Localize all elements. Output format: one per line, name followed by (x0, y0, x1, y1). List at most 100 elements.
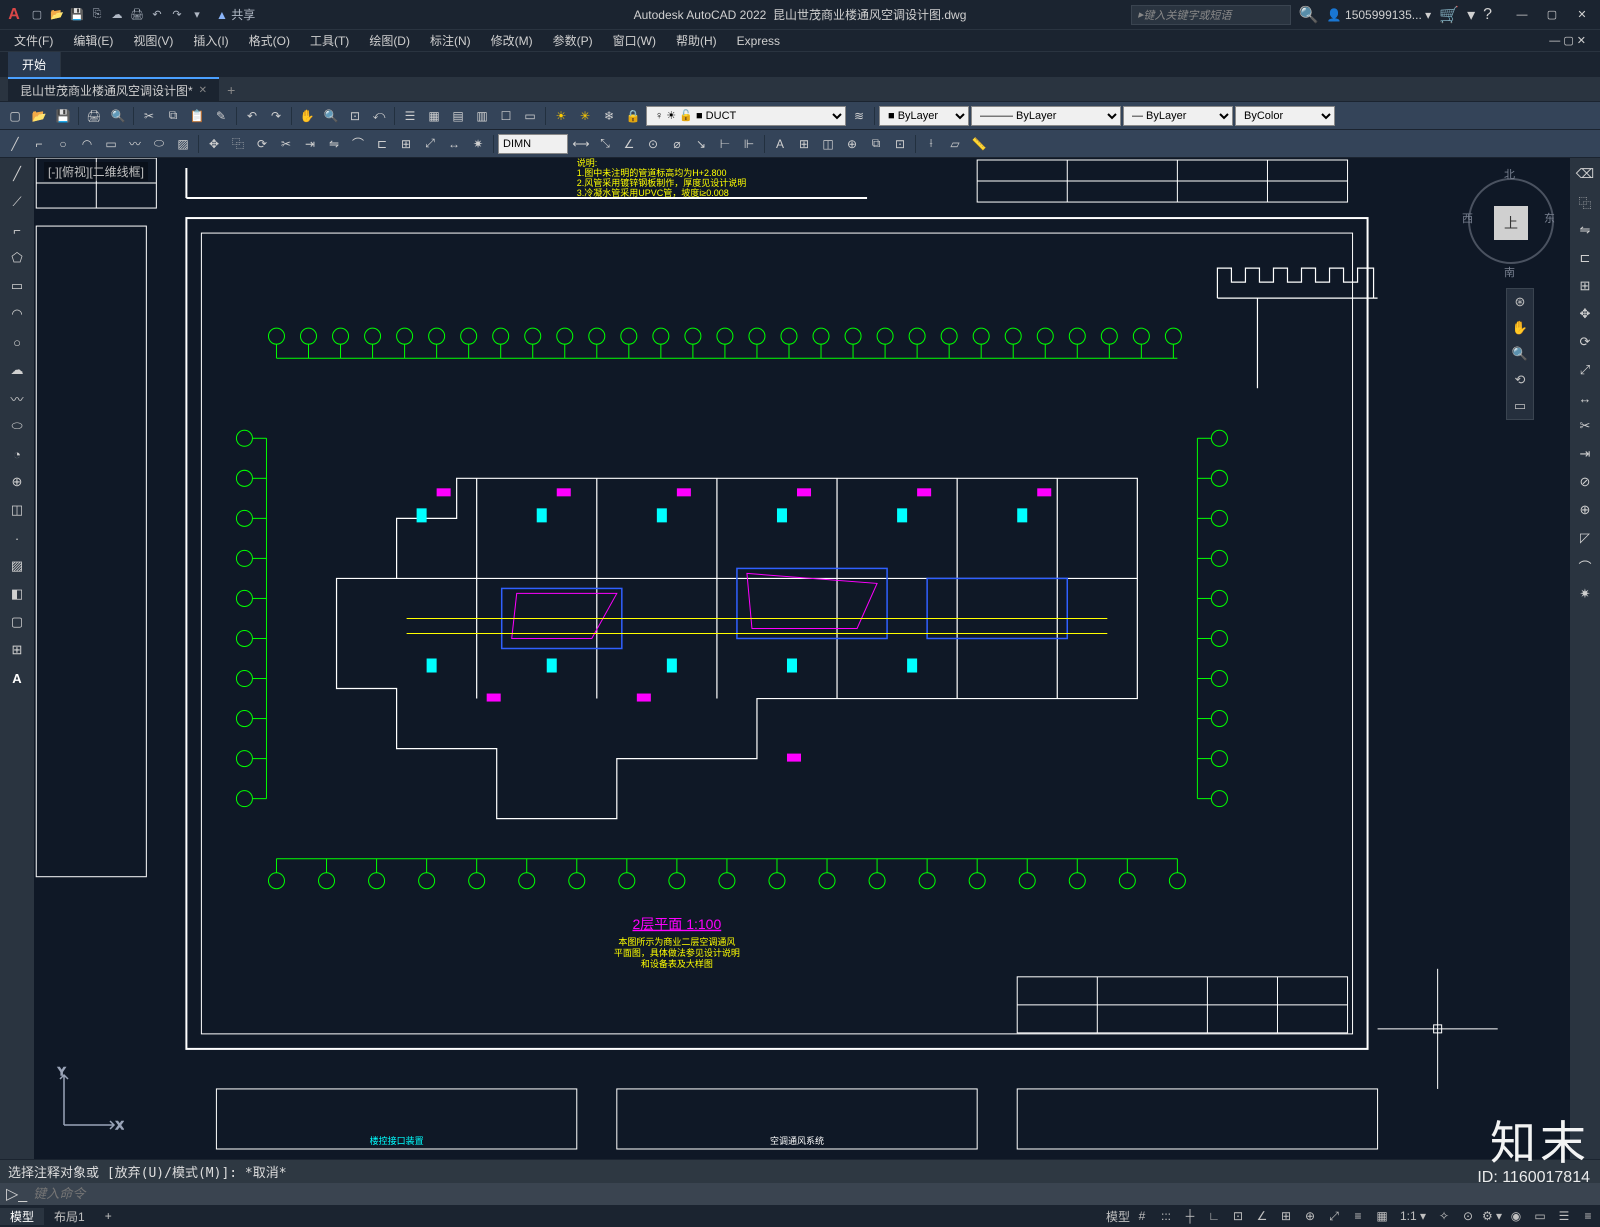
tb-array-icon[interactable]: ⊞ (395, 133, 417, 155)
tp-table-icon[interactable]: ⊞ (4, 638, 30, 662)
qat-plot-icon[interactable]: 🖨 (128, 6, 146, 24)
sb-customize-icon[interactable]: ≡ (1576, 1206, 1600, 1226)
rp-trim-icon[interactable]: ✂ (1572, 414, 1598, 438)
tb-stretch-icon[interactable]: ↔ (443, 133, 465, 155)
menu-file[interactable]: 文件(F) (4, 30, 63, 51)
doc-minimize-button[interactable]: — ▢ ✕ (1539, 32, 1596, 49)
tb-layer-icon[interactable]: ☀ (550, 105, 572, 127)
menu-tools[interactable]: 工具(T) (300, 30, 359, 51)
viewport-label[interactable]: [-][俯视][二维线框] (44, 162, 148, 181)
tb-rect-icon[interactable]: ▭ (100, 133, 122, 155)
viewcube-south[interactable]: 南 (1504, 264, 1515, 280)
tb-markup-icon[interactable]: ☐ (495, 105, 517, 127)
sb-grid-icon[interactable]: # (1130, 1206, 1154, 1226)
tb-undo-icon[interactable]: ↶ (241, 105, 263, 127)
tb-cut-icon[interactable]: ✂ (138, 105, 160, 127)
view-cube[interactable]: 北 南 西 东 上 (1466, 166, 1556, 276)
sb-units-icon[interactable]: ▭ (1528, 1206, 1552, 1226)
tb-table-icon[interactable]: ⊞ (793, 133, 815, 155)
menu-draw[interactable]: 绘图(D) (359, 30, 420, 51)
tb-pan-icon[interactable]: ✋ (296, 105, 318, 127)
tb-explode-icon[interactable]: ✷ (467, 133, 489, 155)
maximize-button[interactable]: ▢ (1538, 5, 1566, 25)
nav-showmotion-icon[interactable]: ▭ (1507, 393, 1533, 419)
tb-save-icon[interactable]: 💾 (52, 105, 74, 127)
rp-copy-icon[interactable]: ⿻ (1572, 190, 1598, 214)
tp-ellipse-icon[interactable]: ⬭ (4, 414, 30, 438)
tab-layout1[interactable]: 布局1 (44, 1208, 95, 1225)
tp-polygon-icon[interactable]: ⬠ (4, 246, 30, 270)
tb-open-icon[interactable]: 📂 (28, 105, 50, 127)
tb-copy2-icon[interactable]: ⿻ (227, 133, 249, 155)
tb-laylock-icon[interactable]: 🔒 (622, 105, 644, 127)
menu-view[interactable]: 视图(V) (123, 30, 183, 51)
sb-monitor-icon[interactable]: ◉ (1504, 1206, 1528, 1226)
tb-spline-icon[interactable]: 〰 (124, 133, 146, 155)
tb-paste-icon[interactable]: 📋 (186, 105, 208, 127)
tb-dist-icon[interactable]: ⟊ (920, 133, 942, 155)
qat-web-icon[interactable]: ☁ (108, 6, 126, 24)
tb-zoom-icon[interactable]: 🔍 (320, 105, 342, 127)
rp-rotate-icon[interactable]: ⟳ (1572, 330, 1598, 354)
tb-sheet-icon[interactable]: ▥ (471, 105, 493, 127)
sb-transparency-icon[interactable]: ▦ (1370, 1206, 1394, 1226)
tp-point-icon[interactable]: · (4, 526, 30, 550)
rp-chamfer-icon[interactable]: ◸ (1572, 526, 1598, 550)
sb-otrack-icon[interactable]: ⤢ (1322, 1206, 1346, 1226)
tb-hatch-icon[interactable]: ▨ (172, 133, 194, 155)
tb-dimalign-icon[interactable]: ⤡ (594, 133, 616, 155)
rp-extend-icon[interactable]: ⇥ (1572, 442, 1598, 466)
viewcube-north[interactable]: 北 (1504, 166, 1515, 182)
menu-modify[interactable]: 修改(M) (481, 30, 543, 51)
qat-dropdown-icon[interactable]: ▾ (188, 6, 206, 24)
command-line[interactable]: ▷_ (0, 1183, 1600, 1205)
tb-preview-icon[interactable]: 🔍 (107, 105, 129, 127)
tb-match-icon[interactable]: ✎ (210, 105, 232, 127)
tb-dimcont-icon[interactable]: ⊢ (714, 133, 736, 155)
sb-annoauto-icon[interactable]: ⊙ (1456, 1206, 1480, 1226)
ucs-icon[interactable]: XY (54, 1065, 124, 1135)
tb-new-icon[interactable]: ▢ (4, 105, 26, 127)
tb-measure-icon[interactable]: 📏 (968, 133, 990, 155)
sb-lw-icon[interactable]: ≡ (1346, 1206, 1370, 1226)
close-tab-icon[interactable]: ✕ (199, 85, 207, 96)
nav-pan-icon[interactable]: ✋ (1507, 315, 1533, 341)
autodesk-app-icon[interactable]: 🛒 (1439, 5, 1459, 25)
tb-mirror-icon[interactable]: ⇋ (323, 133, 345, 155)
qat-redo-icon[interactable]: ↷ (168, 6, 186, 24)
tb-dimang-icon[interactable]: ∠ (618, 133, 640, 155)
qat-new-icon[interactable]: ▢ (28, 6, 46, 24)
sb-3dosnap-icon[interactable]: ⊕ (1298, 1206, 1322, 1226)
qat-open-icon[interactable]: 📂 (48, 6, 66, 24)
tb-move-icon[interactable]: ✥ (203, 133, 225, 155)
tb-calc-icon[interactable]: ▭ (519, 105, 541, 127)
tb-laystate-icon[interactable]: ✳ (574, 105, 596, 127)
tp-ellipsearc-icon[interactable]: ◔ (4, 442, 30, 466)
viewcube-top-face[interactable]: 上 (1494, 206, 1528, 240)
tab-add-layout[interactable]: + (95, 1209, 122, 1223)
help-search-input[interactable]: ▸ 键入关键字或短语 (1131, 5, 1291, 25)
sb-model-icon[interactable]: 模型 (1106, 1206, 1130, 1226)
tb-insert-icon[interactable]: ⊕ (841, 133, 863, 155)
tab-model[interactable]: 模型 (0, 1208, 44, 1225)
sb-ws-icon[interactable]: ⚙ ▾ (1480, 1206, 1504, 1226)
tb-zoomwin-icon[interactable]: ⊡ (344, 105, 366, 127)
tb-arc-icon[interactable]: ◠ (76, 133, 98, 155)
rp-fillet-icon[interactable]: ⌒ (1572, 554, 1598, 578)
tb-pline-icon[interactable]: ⌐ (28, 133, 50, 155)
tp-hatch-icon[interactable]: ▨ (4, 554, 30, 578)
tb-dimbase-icon[interactable]: ⊩ (738, 133, 760, 155)
menu-dim[interactable]: 标注(N) (420, 30, 481, 51)
tp-revcloud-icon[interactable]: ☁ (4, 358, 30, 382)
tb-group-icon[interactable]: ⊡ (889, 133, 911, 155)
tb-plot-icon[interactable]: 🖨 (83, 105, 105, 127)
tb-props-icon[interactable]: ☰ (399, 105, 421, 127)
tb-fillet-icon[interactable]: ⌒ (347, 133, 369, 155)
tb-offset-icon[interactable]: ⊏ (371, 133, 393, 155)
tp-insert-icon[interactable]: ⊕ (4, 470, 30, 494)
viewcube-west[interactable]: 西 (1462, 210, 1473, 226)
tb-circle-icon[interactable]: ○ (52, 133, 74, 155)
file-tab-active[interactable]: 昆山世茂商业楼通风空调设计图*✕ (8, 77, 219, 102)
tp-mtext-icon[interactable]: A (4, 666, 30, 690)
color-dropdown[interactable]: ■ ByLayer (879, 106, 969, 126)
